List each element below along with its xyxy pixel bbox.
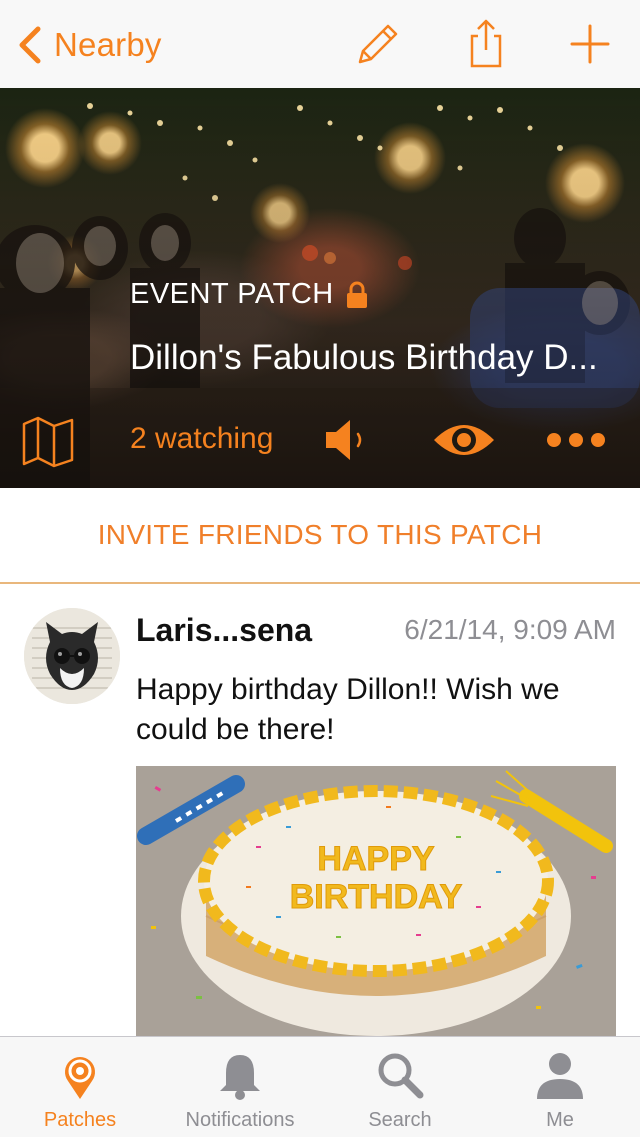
more-button[interactable] — [544, 414, 608, 466]
share-icon — [470, 19, 502, 68]
message-photo[interactable]: HAPPY BIRTHDAY — [136, 766, 616, 1036]
patch-title: Dillon's Fabulous Birthday D... — [130, 338, 598, 377]
event-hero-image: EVENT PATCH Dillon's Fabulous Birthday D… — [0, 88, 640, 488]
search-icon — [378, 1053, 424, 1099]
back-button-label: Nearby — [54, 26, 162, 63]
more-icon — [547, 433, 605, 447]
bell-icon — [220, 1055, 260, 1100]
chevron-left-icon — [19, 26, 41, 64]
avatar[interactable] — [24, 608, 120, 704]
navigation-bar: Nearby — [0, 0, 640, 88]
mute-button[interactable] — [320, 414, 372, 466]
eye-icon — [434, 425, 494, 455]
message-text: Happy birthday Dillon!! Wish we could be… — [136, 673, 560, 746]
pencil-icon — [358, 24, 398, 64]
tab-patches[interactable]: Patches — [0, 1037, 160, 1137]
patch-type: EVENT PATCH — [130, 278, 370, 311]
share-button[interactable] — [456, 14, 516, 74]
patches-icon — [65, 1057, 95, 1099]
tab-notifications-label: Notifications — [185, 1109, 295, 1131]
map-button[interactable] — [20, 414, 76, 470]
hero-action-bar: 2 watching — [0, 408, 640, 472]
message-timestamp: 6/21/14, 9:09 AM — [404, 614, 616, 645]
tab-me[interactable]: Me — [480, 1037, 640, 1137]
cat-avatar-image — [24, 608, 120, 704]
map-icon — [22, 416, 74, 468]
watching-count[interactable]: 2 watching — [130, 422, 273, 456]
tab-patches-label: Patches — [43, 1109, 117, 1131]
person-icon — [537, 1053, 583, 1099]
patch-type-label: EVENT PATCH — [130, 278, 334, 310]
tab-search[interactable]: Search — [320, 1037, 480, 1137]
tab-search-label: Search — [368, 1109, 432, 1131]
tab-notifications[interactable]: Notifications — [160, 1037, 320, 1137]
tab-bar: Patches Notifications Search Me — [0, 1036, 640, 1137]
back-button[interactable]: Nearby — [16, 22, 162, 68]
birthday-cake-photo: HAPPY BIRTHDAY — [136, 766, 616, 1036]
plus-icon — [570, 24, 610, 64]
speaker-icon — [326, 420, 362, 460]
lock-icon — [346, 281, 367, 308]
watch-button[interactable] — [432, 414, 496, 466]
invite-friends-button[interactable]: INVITE FRIENDS TO THIS PATCH — [0, 488, 640, 584]
tab-me-label: Me — [546, 1109, 574, 1131]
svg-text:BIRTHDAY: BIRTHDAY — [290, 878, 463, 916]
add-button[interactable] — [560, 14, 620, 74]
message-author[interactable]: Laris...sena — [136, 612, 312, 649]
invite-friends-label: INVITE FRIENDS TO THIS PATCH — [97, 519, 543, 550]
message-item: Laris...sena 6/21/14, 9:09 AM Happy birt… — [0, 584, 640, 1036]
svg-text:HAPPY: HAPPY — [317, 840, 434, 878]
edit-button[interactable] — [346, 14, 406, 74]
